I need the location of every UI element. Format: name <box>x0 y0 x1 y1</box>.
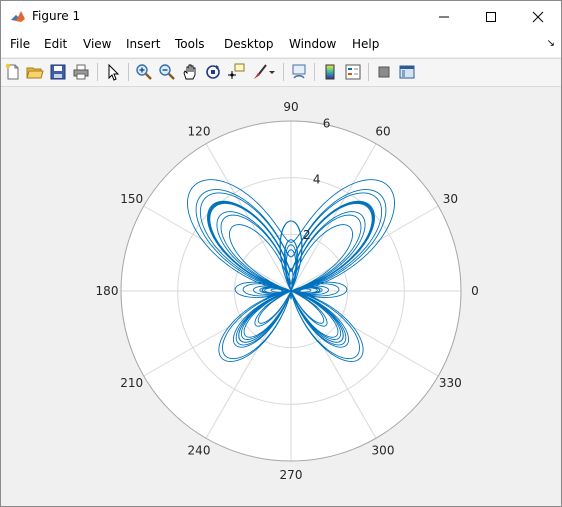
maximize-icon <box>486 11 496 22</box>
title-bar[interactable]: Figure 1 <box>1 1 561 32</box>
menu-help[interactable]: Help <box>352 37 379 51</box>
toolbar-separator <box>368 63 369 81</box>
theta-tick-label: 210 <box>120 376 143 390</box>
figure-canvas[interactable]: 2 4 6 0 30 60 90 120 150 180 210 240 270 300 330 <box>1 87 561 506</box>
menu-bar: File Edit View Insert Tools Desktop Wind… <box>1 32 561 57</box>
zoom-in-icon[interactable] <box>135 63 153 81</box>
theta-tick-label: 90 <box>283 100 298 114</box>
rotate-3d-icon[interactable] <box>204 63 222 81</box>
data-cursor-icon[interactable] <box>227 63 245 81</box>
hide-plot-tools-icon[interactable] <box>375 63 393 81</box>
toolbar-separator <box>314 63 315 81</box>
link-plot-icon[interactable] <box>290 63 308 81</box>
r-tick-label: 2 <box>303 228 311 242</box>
r-tick-label: 6 <box>323 117 331 131</box>
matlab-icon <box>10 8 26 24</box>
brush-icon[interactable] <box>250 63 268 81</box>
toolbar-separator <box>97 63 98 81</box>
menu-edit[interactable]: Edit <box>44 37 67 51</box>
polar-plot[interactable]: 2460306090120150180210240270300330 <box>1 87 561 506</box>
menu-desktop[interactable]: Desktop <box>224 37 274 51</box>
theta-tick-label: 0 <box>471 284 479 298</box>
open-file-icon[interactable] <box>26 63 44 81</box>
print-icon[interactable] <box>72 63 90 81</box>
zoom-out-icon[interactable] <box>158 63 176 81</box>
menu-tools[interactable]: Tools <box>175 37 205 51</box>
new-figure-icon[interactable] <box>4 63 22 81</box>
minimize-button[interactable] <box>421 1 467 32</box>
theta-tick-label: 240 <box>188 443 211 457</box>
r-tick-label: 4 <box>313 172 321 186</box>
dock-arrow-icon[interactable]: ↘ <box>547 38 555 49</box>
menu-insert[interactable]: Insert <box>126 37 160 51</box>
close-icon <box>532 11 544 22</box>
theta-tick-label: 120 <box>188 125 211 139</box>
legend-icon[interactable] <box>344 63 362 81</box>
menu-file[interactable]: File <box>10 37 30 51</box>
menu-window[interactable]: Window <box>289 37 336 51</box>
toolbar-separator <box>128 63 129 81</box>
maximize-button[interactable] <box>468 1 514 32</box>
menu-view[interactable]: View <box>83 37 111 51</box>
toolbar-separator <box>283 63 284 81</box>
theta-tick-label: 270 <box>280 468 303 482</box>
figure-toolbar <box>1 58 561 87</box>
save-icon[interactable] <box>49 63 67 81</box>
minimize-icon <box>439 16 449 17</box>
pan-icon[interactable] <box>181 63 199 81</box>
colorbar-icon[interactable] <box>321 63 339 81</box>
show-plot-tools-icon[interactable] <box>398 63 416 81</box>
figure-window: Figure 1 File Edit View Insert Tools Des… <box>0 0 562 507</box>
theta-tick-label: 30 <box>443 192 458 206</box>
theta-tick-label: 150 <box>120 192 143 206</box>
pointer-icon[interactable] <box>104 63 122 81</box>
brush-dropdown-icon[interactable] <box>267 63 277 81</box>
theta-tick-label: 330 <box>439 376 462 390</box>
theta-tick-label: 60 <box>375 125 390 139</box>
window-title: Figure 1 <box>32 9 81 23</box>
theta-tick-label: 300 <box>372 443 395 457</box>
close-button[interactable] <box>515 1 561 32</box>
theta-tick-label: 180 <box>96 284 119 298</box>
